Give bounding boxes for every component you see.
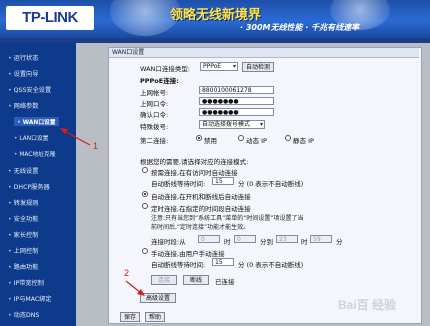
annotation-number-1: 1 <box>93 141 99 151</box>
annotation-number-2: 2 <box>124 268 130 278</box>
annotation-arrows <box>60 128 145 296</box>
arrow-1-line <box>63 130 91 146</box>
baidu-watermark: Bai百 经验 <box>338 298 397 312</box>
arrow-2-line <box>125 280 142 294</box>
